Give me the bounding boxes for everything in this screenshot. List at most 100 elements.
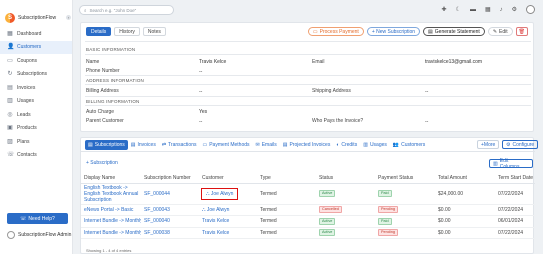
tab-credits[interactable]: ◐ Credits — [333, 140, 360, 150]
subscription-number-link[interactable]: SF_000044 — [144, 191, 170, 197]
tab-usages[interactable]: ▥ Usages — [360, 140, 390, 150]
sidebar-item-customers[interactable]: 👤 Customers — [0, 40, 72, 54]
sidebar-item-subscriptions[interactable]: ↻ Subscriptions — [0, 68, 72, 82]
customer-name: Joe Alwyn — [210, 190, 234, 197]
column-header[interactable]: Total Amount — [435, 174, 495, 184]
tab-notes[interactable]: Notes — [142, 27, 166, 36]
collapse-sidebar-icon[interactable]: ‹ — [66, 15, 71, 20]
new-subscription-button[interactable]: + New Subscription — [366, 27, 421, 36]
column-header[interactable]: Status — [316, 174, 375, 184]
edit-columns-button[interactable]: ▥ Edit Columns — [489, 158, 533, 170]
edit-button[interactable]: ✎ Edit — [487, 27, 513, 36]
column-header[interactable]: Display Name — [81, 174, 141, 184]
tab-payment-methods[interactable]: ▭ Payment Methods — [199, 140, 252, 150]
display-name-link[interactable]: Internet Bundle -> Monthly — [84, 230, 141, 236]
edit-label: Edit — [499, 28, 508, 35]
tab-invoices[interactable]: ▤ Invoices — [128, 140, 159, 150]
type-cell: Termed — [257, 227, 316, 239]
column-header[interactable]: Subscription Number — [141, 174, 199, 184]
wallet-icon[interactable]: ▬ — [470, 7, 476, 13]
need-help-button[interactable]: ☏ Need Help? — [7, 213, 68, 224]
divider — [85, 54, 531, 55]
gear-icon[interactable]: ⚙ — [512, 6, 517, 13]
customer-link[interactable]: Travis Kelce — [202, 218, 229, 224]
table-row[interactable]: Internet Bundle -> Monthly SF_000038 Travi… — [81, 227, 535, 239]
sidebar-item-contacts[interactable]: ☏ Contacts — [0, 149, 72, 163]
user-menu[interactable]: SubscriptionFlow Admin — [7, 231, 71, 239]
sidebar-item-invoices[interactable]: ▤ Invoices — [0, 81, 72, 95]
column-header[interactable]: Term Start Date — [495, 174, 535, 184]
sidebar-item-leads[interactable]: ◎ Leads — [0, 108, 72, 122]
subscription-number-link[interactable]: SF_000038 — [144, 230, 170, 236]
customer-link[interactable]: ⛬ Joe Alwyn — [200, 187, 239, 200]
shipping-address-value: -- — [425, 89, 429, 95]
tab-emails[interactable]: ✉ Emails — [253, 140, 280, 150]
auto-charge-value: Yes — [199, 109, 208, 115]
tab-subscriptions[interactable]: ▤ Subscriptions — [85, 139, 128, 150]
type-cell: Termed — [257, 204, 316, 216]
column-header[interactable]: Payment Status — [375, 174, 435, 184]
gear-icon: ⚙ — [506, 141, 511, 148]
projected-invoices-icon: ▤ — [282, 141, 288, 148]
detail-tabs: Details History Notes — [86, 27, 166, 36]
display-name-link[interactable]: eNews Portal -> Basic — [84, 207, 133, 213]
delete-button[interactable]: 🗑 — [515, 27, 528, 36]
sidebar-item-plans[interactable]: ▨ Plans — [0, 135, 72, 149]
dashboard-icon: ▦ — [7, 30, 13, 37]
sidebar-item-dashboard[interactable]: ▦ Dashboard — [0, 27, 72, 41]
sidebar-item-products[interactable]: ▣ Products — [0, 122, 72, 136]
search-icon: ⌕ — [84, 7, 87, 13]
customer-link[interactable]: Travis Kelce — [202, 230, 229, 236]
process-payment-button[interactable]: ▭ Process Payment — [307, 27, 364, 36]
generate-statement-button[interactable]: ▤ Generate Statement — [423, 27, 485, 36]
term-start-date-cell: 06/01/2024 — [495, 215, 535, 228]
sidebar-item-label: Usages — [17, 98, 34, 105]
customer-detail-card: Details History Notes ▭ Process Payment … — [80, 22, 534, 132]
columns-icon: ▥ — [493, 160, 498, 167]
related-lists-panel: ▤ Subscriptions ▤ Invoices ⇄ Transactions ▭ Pay… — [80, 137, 539, 254]
sidebar-item-label: Dashboard — [17, 30, 42, 37]
column-header[interactable]: Customer — [199, 174, 257, 184]
sidebar-item-label: Coupons — [17, 57, 38, 64]
tab-transactions[interactable]: ⇄ Transactions — [159, 140, 200, 150]
sidebar-item-coupons[interactable]: ▭ Coupons — [0, 54, 72, 68]
leads-icon: ◎ — [7, 111, 13, 118]
configure-button[interactable]: ⚙ Configure — [502, 140, 539, 149]
display-name-link[interactable]: English Textbook -> English Textbook Ann… — [84, 185, 138, 203]
table-row[interactable]: eNews Portal -> Basic SF_000043 ⛬ Joe Alwy… — [81, 204, 535, 216]
avatar[interactable] — [526, 5, 535, 14]
add-icon[interactable]: ✚ — [442, 6, 447, 13]
moon-icon[interactable]: ☾ — [456, 6, 461, 13]
tab-projected-invoices[interactable]: ▤ Projected Invoices — [280, 140, 334, 150]
brand[interactable]: S SubscriptionFlow — [5, 13, 56, 23]
email-label: Email — [312, 59, 325, 65]
table-row[interactable]: Internet Bundle -> Monthly SF_000040 Travi… — [81, 215, 535, 228]
table-body: English Textbook -> English Textbook Ann… — [81, 183, 535, 239]
sidebar-item-label: Products — [17, 125, 37, 132]
bell-icon[interactable]: ♪ — [500, 7, 503, 13]
tab-details[interactable]: Details — [86, 27, 112, 36]
payment-status-badge: Paid — [378, 217, 392, 225]
tab-customers[interactable]: 👥 Customers — [390, 140, 428, 150]
tab-label: Transactions — [168, 141, 197, 148]
section-address-information: ADDRESS INFORMATION — [86, 78, 144, 83]
table-row[interactable]: English Textbook -> English Textbook Ann… — [81, 183, 535, 205]
search-input[interactable]: ⌕ Search e.g. "John Doe" — [79, 5, 174, 15]
column-header[interactable]: Type — [257, 174, 316, 184]
customer-link[interactable]: ⛬ Joe Alwyn — [202, 207, 229, 213]
display-name-link[interactable]: Internet Bundle -> Monthly — [84, 218, 141, 224]
email-value[interactable]: traviskelce13@gmail.com — [425, 59, 482, 65]
subscription-number-link[interactable]: SF_000040 — [144, 218, 170, 224]
logo-icon: S — [5, 13, 15, 23]
sidebar-item-usages[interactable]: ▥ Usages — [0, 95, 72, 109]
customers-icon: 👤 — [7, 44, 15, 51]
more-tabs-button[interactable]: +More — [477, 140, 500, 149]
grid-icon[interactable]: ▦ — [485, 6, 491, 13]
payment-methods-icon: ▭ — [202, 141, 208, 148]
tab-history[interactable]: History — [114, 27, 140, 36]
add-subscription-link[interactable]: + Subscription — [86, 160, 118, 166]
subscription-number-link[interactable]: SF_000043 — [144, 207, 170, 213]
contacts-icon: ☏ — [7, 152, 15, 159]
usages-icon: ▥ — [363, 141, 368, 148]
payment-status-badge: Pending — [378, 229, 398, 237]
